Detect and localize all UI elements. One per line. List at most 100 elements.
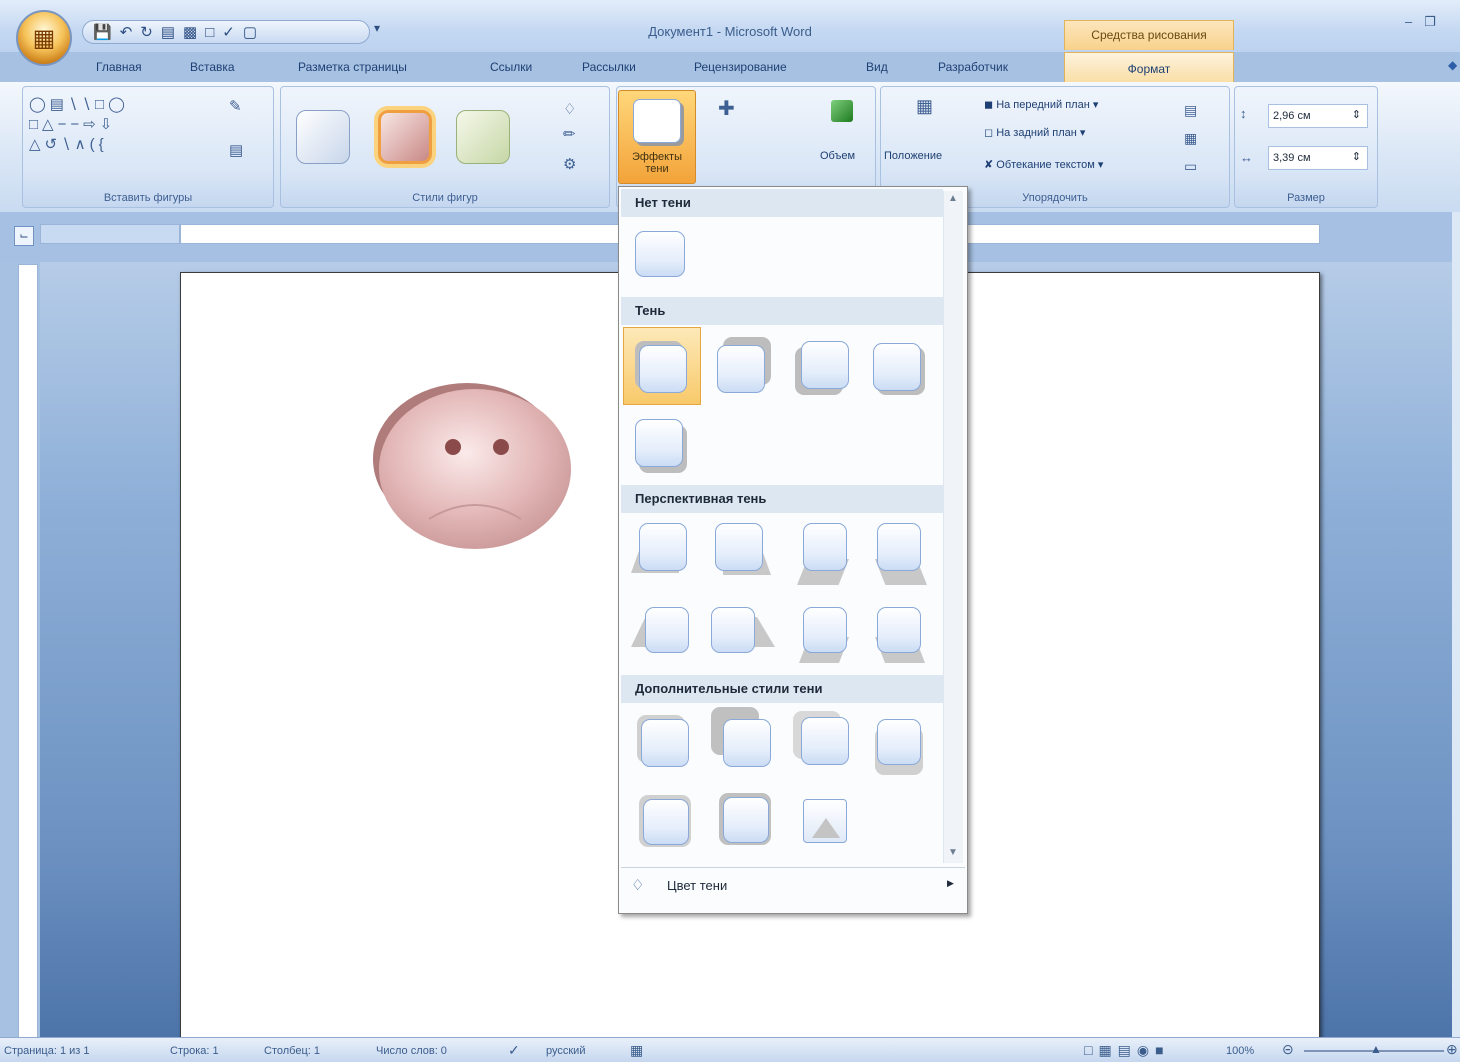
- vertical-ruler[interactable]: [18, 264, 38, 1044]
- width-input[interactable]: 3,39 см ⇕: [1268, 146, 1368, 170]
- status-column: Столбец: 1: [264, 1045, 320, 1057]
- shapes-gallery[interactable]: ◯▤∖∖□◯ □△−−⇨⇩ △↺∖∧({: [29, 95, 129, 155]
- additional-option-6[interactable]: [723, 797, 769, 843]
- context-tab-drawing-tools: Средства рисования: [1064, 20, 1234, 50]
- print-preview-icon[interactable]: ▤: [161, 23, 175, 41]
- shadow-option-1[interactable]: [639, 345, 687, 393]
- shadow-option-4[interactable]: [873, 343, 921, 391]
- height-spinner-icon[interactable]: ⇕: [1352, 108, 1361, 121]
- additional-option-7[interactable]: [803, 799, 847, 843]
- position-label[interactable]: Положение: [884, 150, 942, 162]
- tab-home[interactable]: Главная: [96, 60, 142, 74]
- group-insert-shapes: ◯▤∖∖□◯ □△−−⇨⇩ △↺∖∧({ ✎ ▤ Вставить фигуры: [22, 86, 274, 208]
- perspective-option-7[interactable]: [803, 607, 847, 653]
- perspective-option-2[interactable]: [715, 523, 763, 571]
- vertical-scrollbar[interactable]: [1452, 212, 1460, 1037]
- additional-option-2[interactable]: [723, 719, 771, 767]
- tab-review[interactable]: Рецензирование: [694, 60, 787, 74]
- minimize-icon[interactable]: –: [1405, 14, 1424, 29]
- shadow-option-5[interactable]: [635, 419, 683, 467]
- status-page[interactable]: Страница: 1 из 1: [4, 1045, 90, 1057]
- proofing-icon[interactable]: ✓: [508, 1042, 520, 1059]
- status-bar: Страница: 1 из 1 Строка: 1 Столбец: 1 Чи…: [0, 1037, 1460, 1062]
- tab-page-layout[interactable]: Разметка страницы: [298, 60, 407, 74]
- tab-mailings[interactable]: Рассылки: [582, 60, 636, 74]
- zoom-out-icon[interactable]: ⊝: [1282, 1041, 1294, 1058]
- width-icon: ↔: [1240, 150, 1253, 165]
- shadow-option-2[interactable]: [717, 345, 765, 393]
- volume-label: Объем: [820, 150, 856, 162]
- send-to-back-button[interactable]: ◻ На задний план ▾: [984, 126, 1085, 139]
- additional-option-3[interactable]: [801, 717, 849, 765]
- edit-shape-icon[interactable]: ✎: [229, 97, 242, 117]
- tab-selector-icon[interactable]: ⌙: [14, 226, 34, 246]
- tab-format[interactable]: Формат: [1064, 52, 1234, 84]
- shape-style-red[interactable]: [378, 110, 432, 164]
- window-controls: –❐: [1405, 14, 1448, 30]
- help-icon[interactable]: ◆: [1448, 58, 1457, 72]
- save-icon[interactable]: 💾: [93, 23, 112, 41]
- position-icon[interactable]: ▦: [916, 96, 933, 117]
- tab-references[interactable]: Ссылки: [490, 60, 532, 74]
- perspective-option-4[interactable]: [877, 523, 921, 571]
- undo-icon[interactable]: ↶: [120, 23, 133, 41]
- view-buttons[interactable]: □▦▤◉■: [1084, 1042, 1170, 1059]
- text-box-icon[interactable]: ▤: [229, 141, 243, 161]
- no-shadow-option[interactable]: [635, 231, 685, 277]
- shadow-nudge-icon[interactable]: ✚: [718, 96, 735, 121]
- quick-print-icon[interactable]: ▩: [183, 23, 197, 41]
- height-icon: ↕: [1240, 106, 1247, 121]
- sad-face-shape[interactable]: [371, 381, 581, 561]
- submenu-arrow-icon: ▶: [947, 878, 954, 888]
- status-line: Строка: 1: [170, 1045, 219, 1057]
- perspective-option-8[interactable]: [877, 607, 921, 653]
- window-title: Документ1 - Microsoft Word: [648, 24, 812, 39]
- restore-icon[interactable]: ❐: [1424, 14, 1448, 29]
- section-additional: Дополнительные стили тени: [621, 675, 943, 703]
- status-zoom[interactable]: 100%: [1226, 1045, 1254, 1057]
- scroll-down-icon[interactable]: ▼: [948, 847, 958, 858]
- tab-insert[interactable]: Вставка: [190, 60, 235, 74]
- office-logo-icon: ▦: [32, 24, 56, 52]
- zoom-thumb[interactable]: ▲: [1370, 1042, 1382, 1056]
- shape-style-green[interactable]: [456, 110, 510, 164]
- text-wrap-button[interactable]: ✘ Обтекание текстом ▾: [984, 158, 1103, 171]
- shadow-option-3[interactable]: [801, 341, 849, 389]
- additional-option-5[interactable]: [643, 799, 689, 845]
- status-language[interactable]: русский: [546, 1045, 585, 1057]
- status-words[interactable]: Число слов: 0: [376, 1045, 447, 1057]
- spelling-icon[interactable]: ✓: [222, 23, 235, 41]
- shadow-effects-button[interactable]: Эффекты тени: [618, 90, 696, 184]
- align-icons[interactable]: ▤ ▦ ▭: [1184, 96, 1197, 180]
- volume-button[interactable]: [818, 96, 866, 146]
- customize-qat-icon[interactable]: ▾: [374, 21, 380, 35]
- shadow-color-item[interactable]: ♢ Цвет тени ▶: [621, 867, 965, 903]
- macro-record-icon[interactable]: ▦: [630, 1042, 643, 1059]
- shadow-preview-icon: [633, 99, 681, 143]
- shape-style-blue[interactable]: [296, 110, 350, 164]
- redo-icon[interactable]: ↻: [140, 23, 153, 41]
- additional-option-1[interactable]: [641, 719, 689, 767]
- tab-developer[interactable]: Разработчик: [938, 60, 1008, 74]
- bring-to-front-button[interactable]: ◼ На передний план ▾: [984, 98, 1098, 111]
- shape-outline-icon[interactable]: ✏: [563, 125, 576, 143]
- shadow-effects-label: Эффекты тени: [631, 151, 682, 175]
- additional-option-4[interactable]: [877, 719, 921, 765]
- height-input[interactable]: 2,96 см ⇕: [1268, 104, 1368, 128]
- perspective-option-6[interactable]: [711, 607, 755, 653]
- change-shape-icon[interactable]: ⚙: [563, 155, 576, 173]
- shadow-effects-menu: Нет тени Тень Перспективная тень Дополни…: [618, 186, 968, 914]
- zoom-in-icon[interactable]: ⊕: [1446, 1041, 1458, 1058]
- new-document-icon[interactable]: □: [205, 24, 214, 41]
- menu-scrollbar[interactable]: ▲ ▼: [943, 191, 963, 863]
- open-icon[interactable]: ▢: [243, 23, 257, 41]
- scroll-up-icon[interactable]: ▲: [948, 193, 958, 204]
- paint-bucket-icon: ♢: [631, 877, 645, 894]
- tab-view[interactable]: Вид: [866, 60, 888, 74]
- perspective-option-5[interactable]: [645, 607, 689, 653]
- shape-fill-icon[interactable]: ♢: [563, 95, 576, 125]
- perspective-option-3[interactable]: [803, 523, 847, 571]
- perspective-option-1[interactable]: [639, 523, 687, 571]
- width-spinner-icon[interactable]: ⇕: [1352, 150, 1361, 163]
- office-button[interactable]: ▦: [16, 10, 72, 66]
